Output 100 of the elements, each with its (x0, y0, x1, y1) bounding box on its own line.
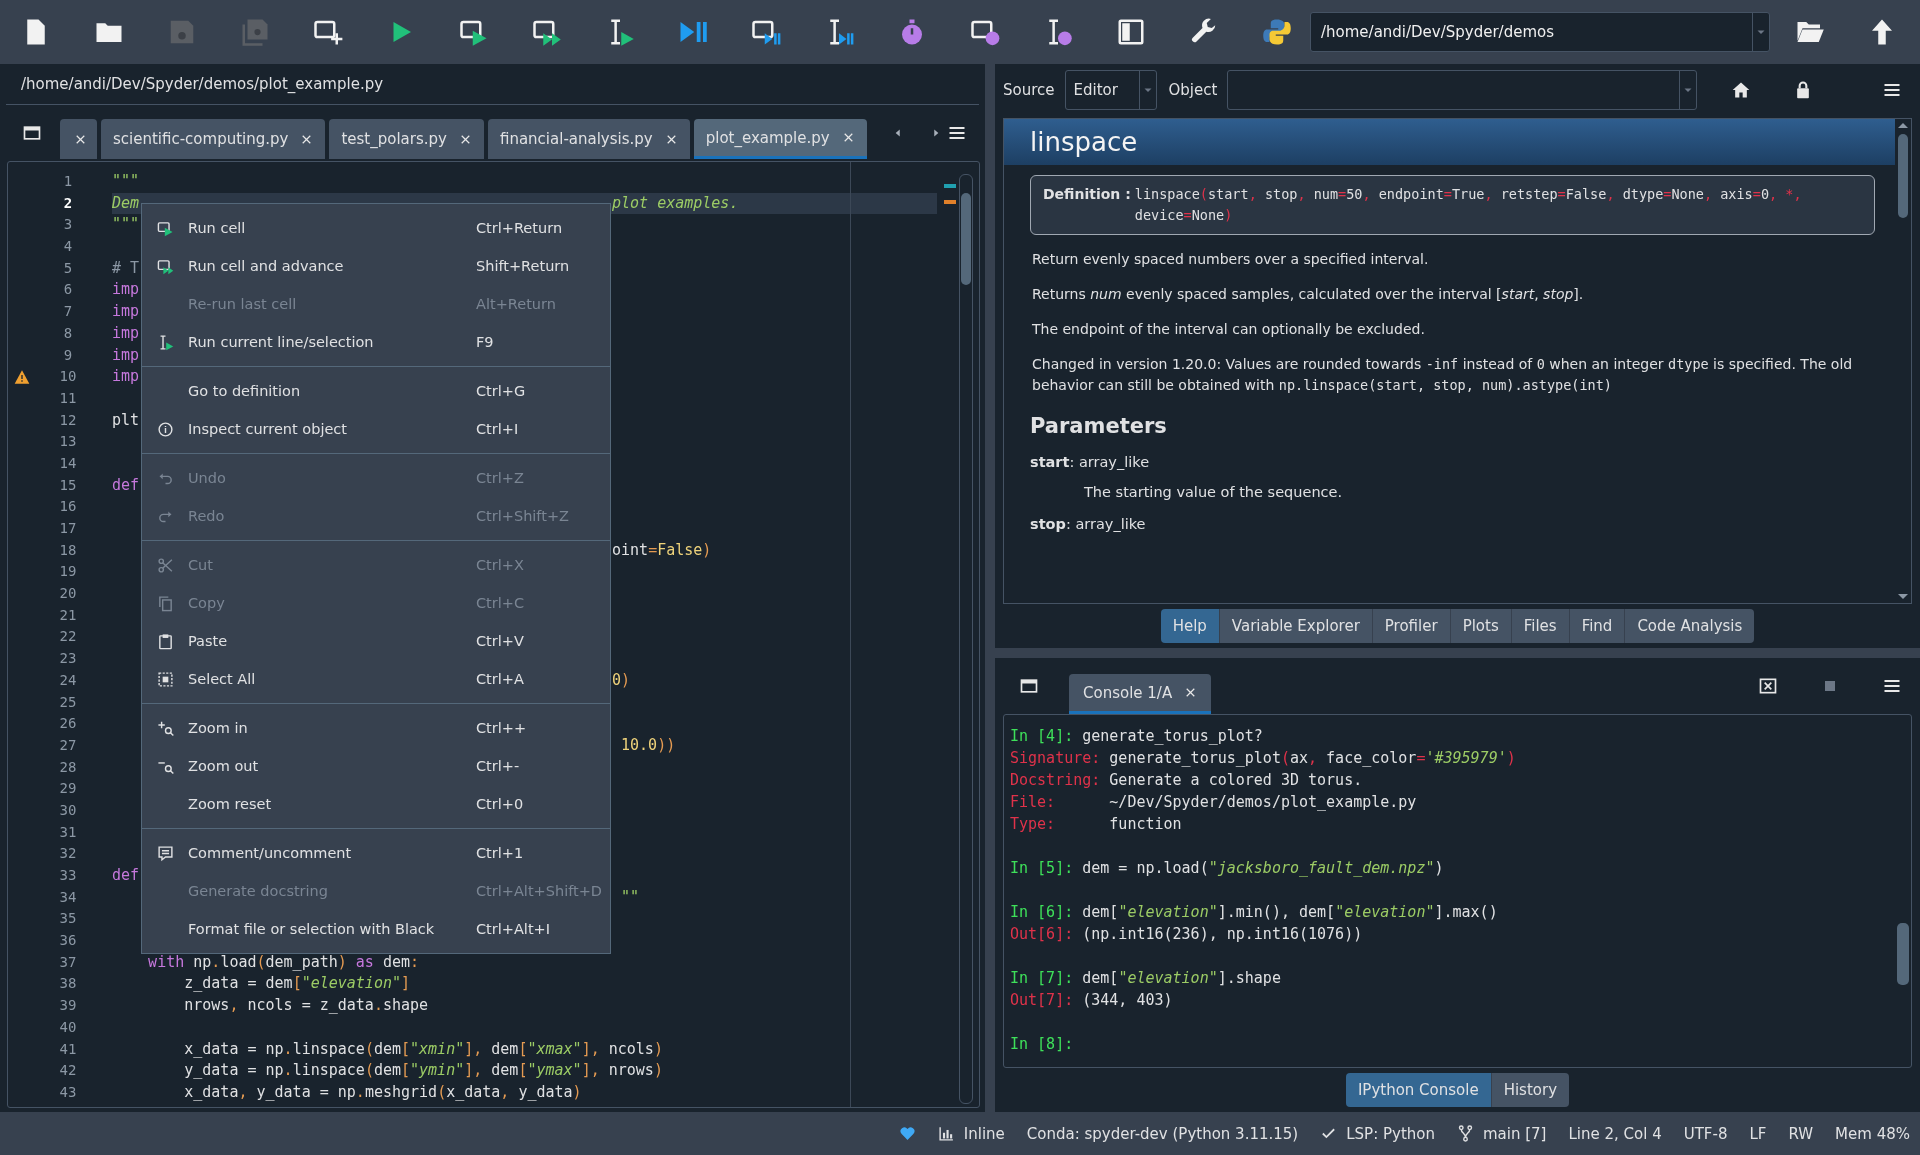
comment-icon (156, 844, 174, 862)
line-number: 8 (62, 323, 74, 343)
line-number: 1 (62, 172, 74, 191)
object-label: Object (1168, 81, 1218, 99)
line-number: 29 (58, 779, 78, 799)
source-label: Source (1003, 81, 1055, 99)
menu-item[interactable]: Zoom out Ctrl+- (142, 747, 610, 785)
status-item: LF (1749, 1124, 1767, 1143)
line-number: 14 (58, 453, 78, 473)
pane-tab[interactable]: Help (1160, 609, 1220, 643)
menu-item[interactable]: Format file or selection with Black Ctrl+Alt+I (142, 910, 610, 948)
line-number: 16 (58, 497, 78, 517)
info-icon (156, 420, 174, 438)
file-tab[interactable]: test_polars.py (329, 119, 484, 159)
console-line: File: ~/Dev/Spyder/demos/plot_example.py (1010, 792, 1418, 813)
scrollbar[interactable] (1898, 134, 1908, 218)
code-line: 10.0)) (620, 734, 676, 756)
parameter-description: The starting value of the sequence. (1084, 484, 1344, 500)
heart-icon[interactable] (898, 1125, 916, 1142)
code-line: nrows, ncols = z_data.shape (183, 995, 429, 1017)
select-all-icon (156, 670, 174, 688)
scrollbar[interactable] (961, 193, 971, 285)
code-line: oint=False) (612, 539, 712, 561)
menu-item[interactable]: Run cell Ctrl+Return (142, 209, 610, 247)
line-number: 27 (58, 735, 78, 755)
bar-chart-icon (937, 1125, 955, 1142)
console-line: In [8]: (1010, 1034, 1075, 1055)
menu-item[interactable]: Select All Ctrl+A (142, 660, 610, 698)
line-number: 37 (58, 952, 78, 972)
panel-icon[interactable] (1116, 17, 1146, 47)
line-number: 18 (58, 540, 78, 560)
line-number: 30 (58, 800, 78, 820)
line-number: 12 (58, 410, 78, 430)
code-line: imp (112, 279, 140, 301)
line-number: 28 (58, 757, 78, 777)
menu-item[interactable]: Run cell and advance Shift+Return (142, 247, 610, 285)
code-line: with np.load(dem_path) as dem: (147, 951, 420, 973)
object-field[interactable] (1227, 70, 1698, 110)
code-line: """ (112, 171, 140, 192)
code-line: def (112, 865, 140, 886)
menu-item[interactable]: Paste Ctrl+V (142, 622, 610, 660)
line-number: 25 (58, 692, 78, 712)
console-tab[interactable]: Console 1/A (1069, 674, 1212, 714)
line-number: 17 (58, 519, 78, 538)
branch-icon (1456, 1125, 1474, 1142)
line-number: 7 (62, 302, 74, 322)
line-number: 33 (58, 866, 78, 885)
line-number: 24 (58, 670, 78, 690)
line-number: 20 (58, 584, 78, 604)
scroll-down-icon[interactable] (1898, 594, 1908, 599)
menu-item[interactable]: Run current line/selection F9 (142, 323, 610, 361)
python-icon[interactable] (1262, 17, 1292, 47)
pane-tab[interactable]: Profiler (1372, 609, 1451, 643)
pane-tab[interactable]: IPython Console (1345, 1073, 1492, 1107)
window-icon[interactable] (1019, 676, 1039, 696)
menu-item[interactable]: Comment/uncomment Ctrl+1 (142, 834, 610, 872)
file-tab[interactable]: plot_example.py (693, 119, 867, 159)
code-line: """ (112, 214, 140, 236)
code-line: plt (112, 409, 140, 431)
line-number: 39 (58, 996, 78, 1016)
scrollbar[interactable] (1897, 923, 1909, 985)
pane-tab[interactable]: Variable Explorer (1219, 609, 1373, 643)
menu-item[interactable]: Zoom in Ctrl++ (142, 709, 610, 747)
code-editor[interactable] (7, 161, 980, 1108)
definition-label: Definition : (1043, 185, 1131, 204)
file-tab[interactable]: scientific-computing.py (101, 119, 326, 159)
line-number: 9 (62, 345, 74, 365)
menu-item[interactable]: Go to definition Ctrl+G (142, 372, 610, 410)
file-tab[interactable]: financial-analysis.py (487, 119, 690, 159)
pane-tab[interactable]: Files (1511, 609, 1570, 643)
menu-item[interactable]: Inspect current object Ctrl+I (142, 410, 610, 448)
home-icon[interactable] (1731, 80, 1752, 100)
section-heading: Parameters (1030, 414, 1168, 438)
line-number: 4 (62, 237, 74, 257)
console-line: Type: function (1010, 814, 1183, 835)
code-line: "" (620, 886, 640, 908)
pane-tab[interactable]: Find (1569, 609, 1626, 643)
console-line: Out[6]: (np.int16(236), np.int16(1076)) (1010, 924, 1364, 945)
help-paragraph: Return evenly spaced numbers over a specified interval. (1032, 250, 1430, 269)
source-dropdown[interactable]: Editor (1064, 70, 1157, 110)
path-field[interactable]: /home/andi/Dev/Spyder/demos (1310, 12, 1770, 52)
scroll-up-icon[interactable] (1898, 123, 1908, 128)
pane-tab[interactable]: Code Analysis (1625, 609, 1755, 643)
status-item: Inline (963, 1124, 1005, 1143)
run-cell-icon (156, 219, 174, 237)
scroll-marker (944, 200, 956, 204)
status-item: main [7] (1482, 1124, 1547, 1143)
pane-tab[interactable]: History (1491, 1073, 1570, 1107)
help-paragraph: Returns num evenly spaced samples, calculated over the interval [start, stop]. (1032, 285, 1585, 304)
menu-item[interactable]: Zoom reset Ctrl+0 (142, 785, 610, 823)
line-number: 5 (62, 258, 74, 278)
line-number: 26 (58, 714, 78, 734)
line-number: 31 (58, 822, 78, 842)
window-icon[interactable] (22, 123, 42, 143)
clear-icon[interactable] (1758, 676, 1778, 696)
code-line: imp (112, 366, 140, 388)
console-line: In [6]: dem["elevation"].min(), dem["elevation"].max() (1010, 902, 1499, 923)
status-item: LSP: Python (1346, 1124, 1435, 1143)
clipboard-icon (156, 632, 174, 650)
pane-tab[interactable]: Plots (1450, 609, 1512, 643)
